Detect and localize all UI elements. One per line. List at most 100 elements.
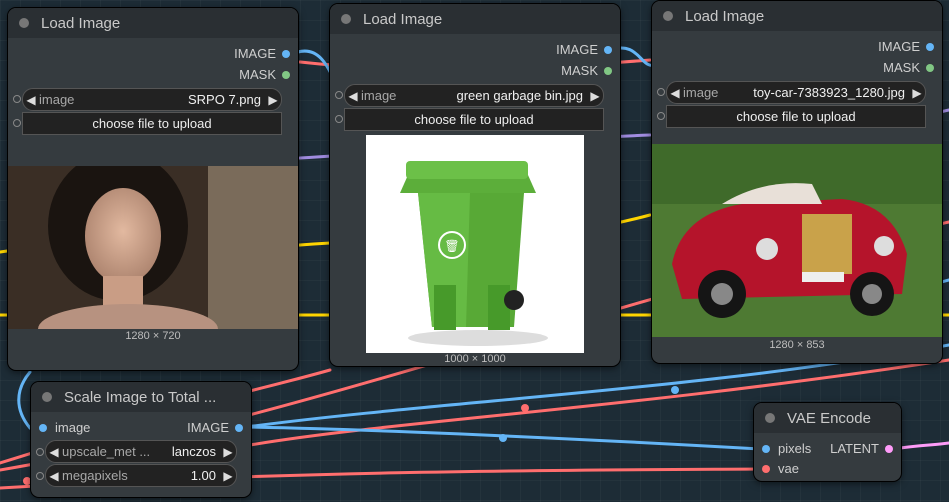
node-header[interactable]: Load Image [652, 1, 942, 31]
output-socket-image[interactable] [235, 423, 243, 432]
link-blue [17, 370, 32, 430]
trash-can-icon: 🗑 [444, 239, 459, 253]
node-header[interactable]: Load Image [8, 8, 298, 38]
widget-label: image [361, 88, 397, 103]
collapse-dot-icon[interactable] [42, 392, 52, 402]
widget-value: 1.00 [190, 468, 216, 483]
output-image[interactable]: IMAGE [878, 39, 934, 54]
widget-label: upscale_met ... [62, 444, 151, 459]
node-title: VAE Encode [787, 409, 871, 427]
arrow-right-icon[interactable]: ▶ [909, 86, 925, 100]
image-preview [652, 144, 942, 337]
scale-image-node[interactable]: Scale Image to Total ... image IMAGE ◀ u… [31, 382, 251, 497]
load-image-node-3[interactable]: Load Image IMAGE MASK ◀ image toy-car-73… [652, 1, 942, 363]
output-label: LATENT [830, 441, 879, 456]
input-pixels[interactable]: pixels [762, 441, 811, 456]
input-socket-vae[interactable] [762, 464, 770, 473]
input-label: pixels [778, 441, 812, 456]
output-socket-image[interactable] [604, 45, 612, 54]
widget-socket[interactable] [13, 95, 21, 103]
node-title: Load Image [685, 7, 765, 25]
image-combo[interactable]: ◀ image SRPO 7.png ▶ [22, 88, 282, 111]
arrow-right-icon[interactable]: ▶ [265, 93, 281, 107]
node-header[interactable]: Scale Image to Total ... [31, 382, 251, 412]
widget-label: image [39, 92, 75, 107]
node-title: Scale Image to Total ... [64, 388, 217, 406]
widget-value: SRPO 7.png [188, 92, 261, 107]
widget-socket[interactable] [335, 115, 343, 123]
widget-socket[interactable] [36, 472, 44, 480]
output-mask[interactable]: MASK [239, 67, 290, 82]
image-preview: 🗑 [366, 135, 584, 353]
upload-button[interactable]: choose file to upload [344, 108, 604, 131]
widget-socket[interactable] [13, 119, 21, 127]
output-socket-image[interactable] [926, 42, 934, 51]
node-header[interactable]: Load Image [330, 4, 620, 34]
input-label: image [55, 420, 91, 435]
node-title: Load Image [363, 10, 443, 28]
widget-socket[interactable] [36, 448, 44, 456]
arrow-left-icon[interactable]: ◀ [46, 445, 62, 459]
arrow-left-icon[interactable]: ◀ [667, 86, 683, 100]
output-socket-mask[interactable] [604, 66, 612, 75]
input-image[interactable]: image [39, 420, 90, 435]
widget-value: toy-car-7383923_1280.jpg [753, 85, 905, 100]
arrow-right-icon[interactable]: ▶ [220, 469, 236, 483]
collapse-dot-icon[interactable] [663, 11, 673, 21]
input-label: vae [778, 461, 799, 476]
garbage-bin-image: 🗑 [400, 161, 548, 346]
link-pink [891, 441, 949, 451]
widget-socket[interactable] [335, 91, 343, 99]
input-socket-image[interactable] [39, 423, 47, 432]
output-socket-latent[interactable] [885, 444, 893, 453]
output-mask[interactable]: MASK [561, 63, 612, 78]
widget-value: green garbage bin.jpg [456, 88, 584, 103]
output-image[interactable]: IMAGE [234, 46, 290, 61]
arrow-left-icon[interactable]: ◀ [345, 89, 361, 103]
woman-portrait-image [8, 166, 298, 329]
widget-socket[interactable] [657, 88, 665, 96]
image-dimensions: 1000 × 1000 [444, 353, 506, 365]
widget-value: lanczos [171, 444, 216, 459]
widget-socket[interactable] [657, 112, 665, 120]
upscale-method-combo[interactable]: ◀ upscale_met ... lanczos ▶ [45, 440, 237, 463]
megapixels-number[interactable]: ◀ megapixels 1.00 ▶ [45, 464, 237, 487]
image-dimensions: 1280 × 720 [125, 330, 181, 342]
toy-car-image [652, 144, 942, 337]
arrow-left-icon[interactable]: ◀ [46, 469, 62, 483]
image-dimensions: 1280 × 853 [769, 339, 825, 351]
output-label: IMAGE [234, 46, 276, 61]
output-label: MASK [561, 63, 598, 78]
output-latent[interactable]: LATENT [830, 441, 893, 456]
upload-button[interactable]: choose file to upload [22, 112, 282, 135]
output-socket-image[interactable] [282, 49, 290, 58]
input-socket-pixels[interactable] [762, 444, 770, 453]
collapse-dot-icon[interactable] [341, 14, 351, 24]
load-image-node-2[interactable]: Load Image IMAGE MASK ◀ image green garb… [330, 4, 620, 366]
output-socket-mask[interactable] [282, 70, 290, 79]
widget-label: megapixels [62, 468, 128, 483]
output-image[interactable]: IMAGE [187, 420, 243, 435]
output-label: IMAGE [187, 420, 229, 435]
arrow-left-icon[interactable]: ◀ [23, 93, 39, 107]
image-preview [8, 166, 298, 329]
output-label: IMAGE [878, 39, 920, 54]
output-socket-mask[interactable] [926, 63, 934, 72]
arrow-right-icon[interactable]: ▶ [587, 89, 603, 103]
collapse-dot-icon[interactable] [19, 18, 29, 28]
collapse-dot-icon[interactable] [765, 413, 775, 423]
image-combo[interactable]: ◀ image toy-car-7383923_1280.jpg ▶ [666, 81, 926, 104]
output-image[interactable]: IMAGE [556, 42, 612, 57]
image-combo[interactable]: ◀ image green garbage bin.jpg ▶ [344, 84, 604, 107]
output-label: IMAGE [556, 42, 598, 57]
widget-label: image [683, 85, 719, 100]
vae-encode-node[interactable]: VAE Encode pixels LATENT vae [754, 403, 901, 481]
output-mask[interactable]: MASK [883, 60, 934, 75]
upload-button[interactable]: choose file to upload [666, 105, 926, 128]
arrow-right-icon[interactable]: ▶ [220, 445, 236, 459]
input-vae[interactable]: vae [762, 461, 799, 476]
output-label: MASK [239, 67, 276, 82]
load-image-node-1[interactable]: Load Image IMAGE MASK ◀ image SRPO 7.png… [8, 8, 298, 370]
node-header[interactable]: VAE Encode [754, 403, 901, 433]
node-title: Load Image [41, 14, 121, 32]
